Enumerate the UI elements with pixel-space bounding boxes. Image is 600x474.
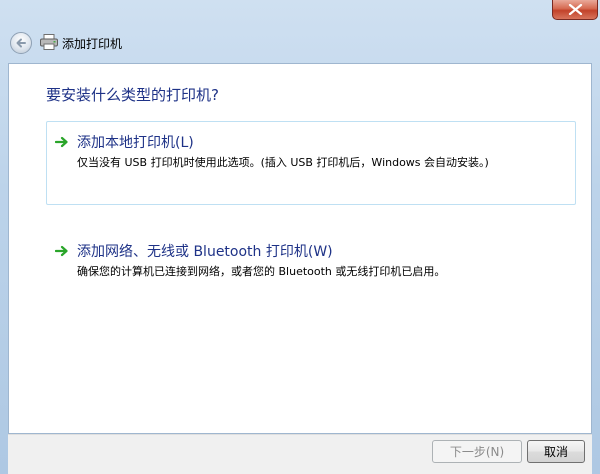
green-arrow-icon: [55, 245, 68, 257]
next-button[interactable]: 下一步(N): [432, 440, 522, 463]
green-arrow-icon: [55, 136, 68, 148]
back-button[interactable]: [10, 32, 32, 54]
option-title: 添加网络、无线或 Bluetooth 打印机(W): [77, 244, 333, 260]
back-arrow-icon: [16, 38, 26, 48]
option-title: 添加本地打印机(L): [77, 135, 194, 151]
wizard-footer: 下一步(N) 取消: [8, 434, 592, 474]
cancel-button[interactable]: 取消: [527, 440, 585, 463]
option-local-printer[interactable]: 添加本地打印机(L) 仅当没有 USB 打印机时使用此选项。(插入 USB 打印…: [46, 121, 576, 205]
wizard-content: 要安装什么类型的打印机? 添加本地打印机(L) 仅当没有 USB 打印机时使用此…: [8, 63, 592, 434]
option-network-printer[interactable]: 添加网络、无线或 Bluetooth 打印机(W) 确保您的计算机已连接到网络，…: [46, 230, 576, 314]
add-printer-window: 添加打印机 要安装什么类型的打印机? 添加本地打印机(L) 仅当没有 USB 打…: [0, 0, 600, 474]
window-title: 添加打印机: [62, 37, 123, 51]
option-description: 确保您的计算机已连接到网络，或者您的 Bluetooth 或无线打印机已启用。: [77, 265, 446, 278]
close-icon: [568, 4, 583, 15]
page-question: 要安装什么类型的打印机?: [46, 86, 219, 104]
printer-icon: [40, 34, 58, 50]
option-description: 仅当没有 USB 打印机时使用此选项。(插入 USB 打印机后，Windows …: [77, 156, 489, 169]
close-button[interactable]: [552, 0, 598, 20]
